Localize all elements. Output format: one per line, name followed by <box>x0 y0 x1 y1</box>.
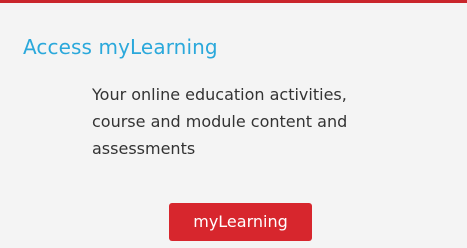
mylearning-button[interactable]: myLearning <box>169 203 312 241</box>
card-title: Access myLearning <box>23 35 218 59</box>
card-description: Your online education activities, course… <box>92 85 348 158</box>
mylearning-card: Access myLearning Your online education … <box>0 0 467 248</box>
